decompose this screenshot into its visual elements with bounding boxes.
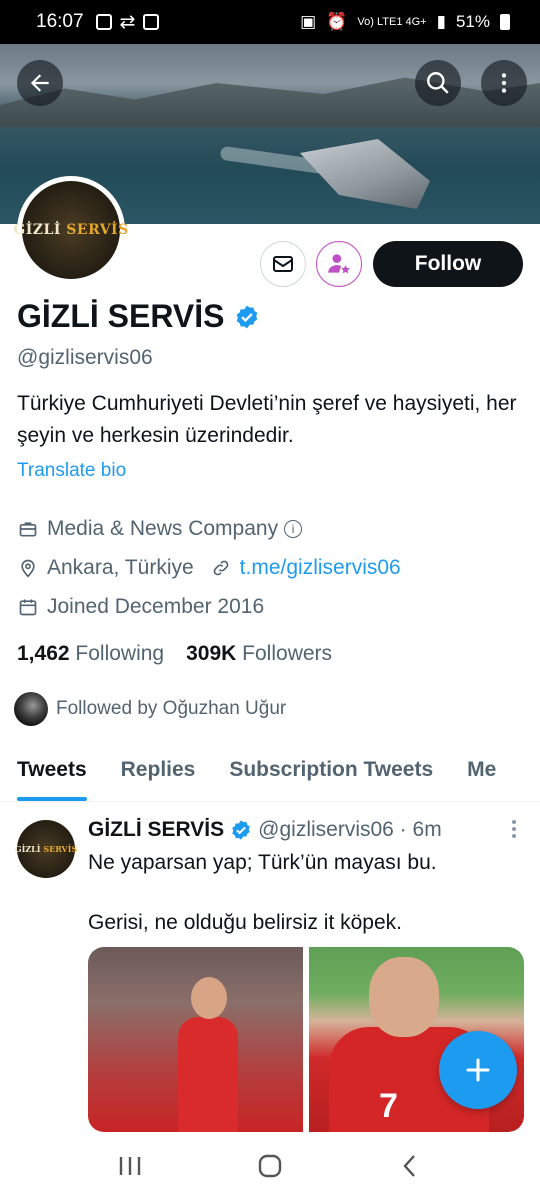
tab-subscription-tweets[interactable]: Subscription Tweets [212, 748, 450, 801]
battery-percent: 51% [455, 12, 490, 31]
tab-replies[interactable]: Replies [104, 748, 213, 801]
profile-avatar[interactable]: GİZLİ SERVİS [13, 176, 128, 284]
player-figure [178, 1017, 238, 1132]
profile-name: GİZLİ SERVİS [17, 298, 225, 334]
system-nav-bar [0, 1132, 540, 1200]
followed-by-text: Followed by Oğuzhan Uğur [56, 698, 287, 719]
arrow-left-icon [30, 74, 49, 92]
followers-label: Followers [242, 642, 333, 665]
tweet-author-name[interactable]: GİZLİ SERVİS [88, 818, 224, 842]
battery-icon [500, 14, 510, 30]
calendar-icon [17, 596, 39, 618]
shirt-number: 7 [379, 1087, 398, 1125]
recents-button[interactable] [110, 1146, 150, 1186]
verified-badge-icon [232, 820, 250, 840]
verified-badge-icon [237, 305, 258, 328]
avatar-logo-text-white: GİZLİ [13, 222, 61, 238]
followers-link[interactable]: 309K Followers [186, 642, 332, 666]
shuffle-icon: ⇄ [119, 11, 136, 33]
avatar-logo-text-gold: SERVİS [66, 222, 129, 238]
following-count: 1,462 [17, 642, 70, 665]
category-text: Media & News Company [47, 517, 279, 540]
avatar-logo: GİZLİ SERVİS [13, 181, 128, 279]
search-button[interactable] [415, 60, 461, 106]
banner-ship [300, 139, 430, 209]
search-icon [427, 72, 449, 94]
app-notification-icon [143, 14, 160, 30]
person-star-icon [328, 254, 350, 274]
status-bar: 16:07 ⇄ ▣ ⏰ Vo) LTE1 4G+ ▮ 51% [0, 0, 540, 44]
message-button[interactable] [260, 241, 306, 287]
profile-tabs: Tweets Replies Subscription Tweets Me [0, 748, 540, 802]
plus-icon [466, 1058, 490, 1082]
gallery-icon [95, 14, 112, 30]
location-pin-icon [17, 557, 39, 579]
profile-location-row: Ankara, Türkiye t.me/gizliservis06 [17, 556, 401, 580]
tweet-header: GİZLİ SERVİS @gizliservis06 · 6m [88, 818, 442, 842]
alarm-icon: ⏰ [326, 12, 348, 31]
translate-bio-link[interactable]: Translate bio [17, 460, 126, 482]
chevron-left-icon [403, 1155, 415, 1177]
subscribe-button[interactable] [316, 241, 362, 287]
tweet-more-icon[interactable] [504, 820, 524, 844]
tweet-image-1[interactable] [88, 947, 303, 1132]
following-label: Following [75, 642, 165, 665]
link-icon [210, 557, 232, 579]
home-icon [258, 1154, 282, 1178]
tweet-line-1: Ne yaparsan yap; Türk’ün mayası bu. [88, 851, 437, 874]
tab-media[interactable]: Me [450, 748, 513, 801]
info-icon[interactable]: i [284, 520, 303, 538]
back-button[interactable] [17, 60, 63, 106]
tweet-avatar-text-gold: SERVİS [43, 844, 78, 854]
player-head [369, 957, 439, 1037]
notification-icons: ⇄ [95, 11, 160, 34]
profile-link[interactable]: t.me/gizliservis06 [240, 556, 401, 580]
more-vertical-icon [501, 73, 507, 93]
follow-button[interactable]: Follow [373, 241, 523, 287]
network-label: Vo) LTE1 4G+ [357, 15, 427, 28]
tweet-text: Ne yaparsan yap; Türk’ün mayası bu. Geri… [88, 848, 518, 938]
tweet-line-3: Gerisi, ne olduğu belirsiz it köpek. [88, 911, 402, 934]
recents-icon [119, 1157, 141, 1175]
home-button[interactable] [250, 1146, 290, 1186]
followers-count: 309K [186, 642, 237, 665]
tab-tweets[interactable]: Tweets [0, 748, 104, 801]
signal-icon: ▮ [436, 12, 446, 31]
envelope-icon [273, 256, 293, 272]
lock-icon: ▣ [300, 12, 317, 31]
location-text: Ankara, Türkiye [47, 556, 194, 579]
tweet-handle-time: @gizliservis06 · 6m [258, 818, 442, 841]
profile-joined-row: Joined December 2016 [17, 595, 264, 619]
compose-tweet-button[interactable] [439, 1031, 517, 1109]
tweet-avatar[interactable]: GİZLİ SERVİS [14, 820, 78, 878]
profile-handle: @gizliservis06 [17, 346, 153, 369]
following-link[interactable]: 1,462 Following [17, 642, 164, 666]
profile-bio: Türkiye Cumhuriyeti Devleti’nin şeref ve… [17, 392, 517, 447]
profile-category: Media & News Company i [17, 517, 303, 541]
profile-name-row: GİZLİ SERVİS [17, 298, 260, 335]
followed-by[interactable]: Followed by Oğuzhan Uğur [14, 692, 286, 726]
more-options-button[interactable] [481, 60, 527, 106]
tweet-line-2 [88, 878, 518, 908]
status-time: 16:07 [36, 11, 84, 32]
status-right: ▣ ⏰ Vo) LTE1 4G+ ▮ 51% [300, 12, 510, 32]
player-head [191, 977, 227, 1019]
tweet-avatar-text-white: GİZLİ [14, 844, 41, 854]
briefcase-icon [17, 518, 39, 540]
joined-text: Joined December 2016 [47, 595, 265, 618]
follower-avatar [14, 692, 48, 726]
back-nav-button[interactable] [390, 1146, 430, 1186]
follow-counts: 1,462 Following 309K Followers [17, 642, 332, 666]
